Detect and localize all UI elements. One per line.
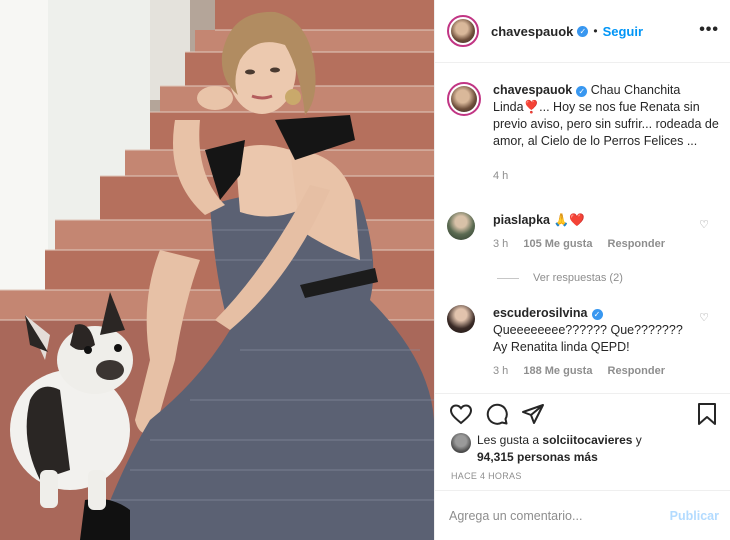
publish-button[interactable]: Publicar — [670, 509, 719, 523]
follow-button[interactable]: Seguir — [603, 24, 643, 39]
post-timestamp[interactable]: HACE 4 HORAS — [451, 471, 522, 481]
view-replies-label[interactable]: Ver respuestas (2) — [533, 272, 623, 284]
caption-username[interactable]: chavespauok — [493, 83, 572, 97]
caption-avatar[interactable] — [447, 82, 481, 116]
comment-meta: 3 h 105 Me gusta Responder — [493, 236, 693, 253]
commenter-avatar[interactable] — [447, 212, 475, 240]
comment-meta: 3 h 188 Me gusta Responder — [493, 363, 693, 380]
bookmark-icon[interactable] — [695, 402, 719, 426]
comment-item: escuderosilvina ✓ Queeeeeeee?????? Que???… — [447, 305, 727, 380]
comment-like-heart-icon[interactable]: ♡ — [699, 311, 709, 324]
post-caption: chavespauok ✓ Chau Chanchita Linda❣️... H… — [447, 82, 723, 185]
comment-username[interactable]: piaslapka — [493, 213, 550, 227]
photo-illustration — [0, 0, 434, 540]
comment-body: piaslapka 🙏❤️ 3 h 105 Me gusta Responder — [493, 212, 693, 253]
comment-text: 🙏❤️ — [553, 213, 585, 227]
caption-body: chavespauok ✓ Chau Chanchita Linda❣️... H… — [493, 82, 721, 185]
verified-badge-icon: ✓ — [576, 86, 588, 97]
instagram-post: chavespauok ✓ • Seguir ••• chavespauok ✓ … — [0, 0, 730, 540]
comment-item: piaslapka 🙏❤️ 3 h 105 Me gusta Responder… — [447, 212, 727, 253]
reply-button[interactable]: Responder — [608, 365, 665, 377]
separator-dot: • — [593, 24, 598, 38]
likes-summary: Les gusta a solciitocavieres y 94,315 pe… — [451, 432, 642, 466]
likes-prefix: Les gusta a — [477, 433, 540, 447]
post-header: chavespauok ✓ • Seguir ••• — [435, 0, 730, 63]
comment-text: Queeeeeeee?????? Que??????? Ay Renatita … — [493, 323, 683, 354]
share-icon[interactable] — [521, 402, 545, 426]
likes-text: Les gusta a solciitocavieres y 94,315 pe… — [477, 432, 642, 466]
view-replies[interactable]: Ver respuestas (2) — [497, 272, 623, 284]
likes-connector: y — [635, 433, 642, 447]
liker-avatar[interactable] — [451, 433, 471, 453]
add-comment-bar: Agrega un comentario... Publicar — [435, 490, 730, 540]
comment-time[interactable]: 3 h — [493, 365, 508, 377]
reply-button[interactable]: Responder — [608, 238, 665, 250]
post-photo[interactable] — [0, 0, 434, 540]
commenter-avatar[interactable] — [447, 305, 475, 333]
caption-time[interactable]: 4 h — [493, 168, 721, 185]
author-avatar[interactable] — [447, 15, 479, 47]
comment-username[interactable]: escuderosilvina — [493, 306, 588, 320]
more-options-icon[interactable]: ••• — [699, 22, 719, 38]
comment-input[interactable]: Agrega un comentario... — [449, 509, 670, 523]
comment-icon[interactable] — [485, 402, 509, 426]
post-sidebar: chavespauok ✓ • Seguir ••• chavespauok ✓ … — [434, 0, 730, 540]
replies-divider — [497, 277, 519, 279]
comment-time[interactable]: 3 h — [493, 238, 508, 250]
author-username[interactable]: chavespauok — [491, 24, 573, 39]
heart-icon[interactable] — [449, 402, 473, 426]
comment-likes[interactable]: 105 Me gusta — [523, 238, 592, 250]
verified-badge-icon: ✓ — [591, 309, 603, 320]
liker-username[interactable]: solciitocavieres — [542, 433, 632, 447]
comment-likes[interactable]: 188 Me gusta — [523, 365, 592, 377]
comment-like-heart-icon[interactable]: ♡ — [699, 218, 709, 231]
verified-badge-icon: ✓ — [577, 25, 589, 37]
likes-count[interactable]: 94,315 personas más — [477, 450, 598, 464]
comment-body: escuderosilvina ✓ Queeeeeeee?????? Que???… — [493, 305, 693, 380]
